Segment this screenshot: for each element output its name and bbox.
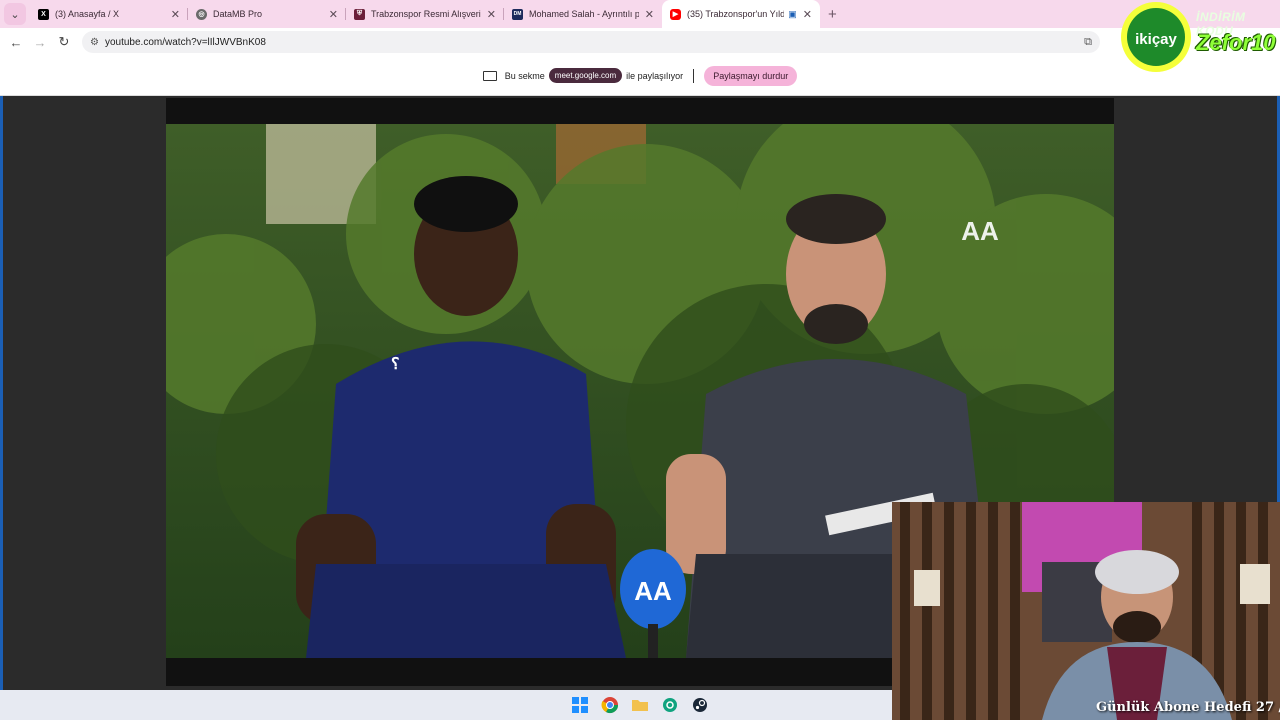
stop-sharing-button[interactable]: Paylaşmayı durdur — [704, 65, 798, 86]
tab-search-button[interactable]: ⌄ — [4, 3, 26, 25]
tab-title: Mohamed Salah - Ayrıntılı perfor — [529, 9, 639, 19]
tab-3[interactable]: DM Mohamed Salah - Ayrıntılı perfor ✕ — [504, 0, 662, 28]
x-logo-icon: X — [38, 8, 49, 20]
trabzonspor-icon: ⛨ — [354, 8, 365, 20]
screen-share-banner: Bu sekme meet.google.com ile paylaşılıyo… — [0, 56, 1280, 96]
tab-title: Trabzonspor Resmi Alışveriş Sitesi — [371, 9, 481, 19]
tab-4-active[interactable]: ▶ (35) Trabzonspor'un Yıldız K ▣ ✕ — [662, 0, 820, 28]
globe-icon: ◎ — [196, 8, 207, 20]
webcam-overlay — [892, 502, 1280, 720]
youtube-icon: ▶ — [670, 8, 681, 20]
install-app-icon[interactable]: ⧉ — [1084, 36, 1092, 49]
close-icon[interactable]: ✕ — [487, 8, 496, 21]
new-tab-button[interactable]: + — [828, 6, 837, 23]
tab-0[interactable]: X (3) Anasayfa / X ✕ — [30, 0, 188, 28]
datamb-icon: DM — [512, 8, 523, 20]
screen: ⌄ X (3) Anasayfa / X ✕ ◎ DataMB Pro ✕ ⛨ … — [0, 0, 1280, 720]
screen-share-icon: ▣ — [788, 8, 797, 19]
tab-strip: ⌄ X (3) Anasayfa / X ✕ ◎ DataMB Pro ✕ ⛨ … — [0, 0, 1280, 28]
close-icon[interactable]: ✕ — [329, 8, 338, 21]
video-watermark: AA — [961, 216, 999, 246]
url-text: youtube.com/watch?v=lIlJWVBnK08 — [104, 36, 266, 48]
brand-text: ikiçay — [1135, 31, 1177, 48]
tab-1[interactable]: ◎ DataMB Pro ✕ — [188, 0, 346, 28]
chatgpt-icon[interactable] — [659, 694, 681, 716]
chrome-icon[interactable] — [599, 694, 621, 716]
share-prefix: Bu sekme — [504, 70, 545, 81]
webcam-image — [892, 502, 1280, 720]
close-icon[interactable]: ✕ — [645, 8, 654, 21]
site-info-icon[interactable]: ⚙ — [90, 37, 99, 48]
share-suffix: ile paylaşılıyor — [626, 70, 684, 81]
browser-toolbar: ← → ↻ ⚙ youtube.com/watch?v=lIlJWVBnK08 … — [0, 28, 1280, 56]
ikicay-logo-icon: ikiçay — [1121, 2, 1191, 72]
share-domain: meet.google.com — [548, 68, 623, 83]
svg-text:⸮: ⸮ — [391, 356, 400, 373]
screen-share-icon — [482, 70, 497, 81]
reload-icon[interactable]: ↻ — [52, 34, 76, 50]
tab-2[interactable]: ⛨ Trabzonspor Resmi Alışveriş Sitesi ✕ — [346, 0, 504, 28]
subscriber-goal-text: Günlük Abone Hedefi 27 / 20 — [1096, 700, 1280, 715]
address-bar[interactable]: ⚙ youtube.com/watch?v=lIlJWVBnK08 ⧉ — [82, 31, 1100, 53]
steam-icon[interactable] — [689, 694, 711, 716]
tab-title: (3) Anasayfa / X — [55, 9, 120, 19]
close-icon[interactable]: ✕ — [803, 8, 812, 21]
close-icon[interactable]: ✕ — [171, 8, 180, 21]
mic-logo-text: AA — [634, 576, 672, 606]
back-icon[interactable]: ← — [4, 35, 28, 50]
tab-title: DataMB Pro — [213, 9, 263, 19]
forward-icon[interactable]: → — [28, 35, 52, 50]
file-explorer-icon[interactable] — [629, 694, 651, 716]
promo-code: Zefor10 — [1196, 30, 1276, 55]
tab-title: (35) Trabzonspor'un Yıldız K — [687, 9, 785, 19]
windows-start-icon[interactable] — [569, 694, 591, 716]
